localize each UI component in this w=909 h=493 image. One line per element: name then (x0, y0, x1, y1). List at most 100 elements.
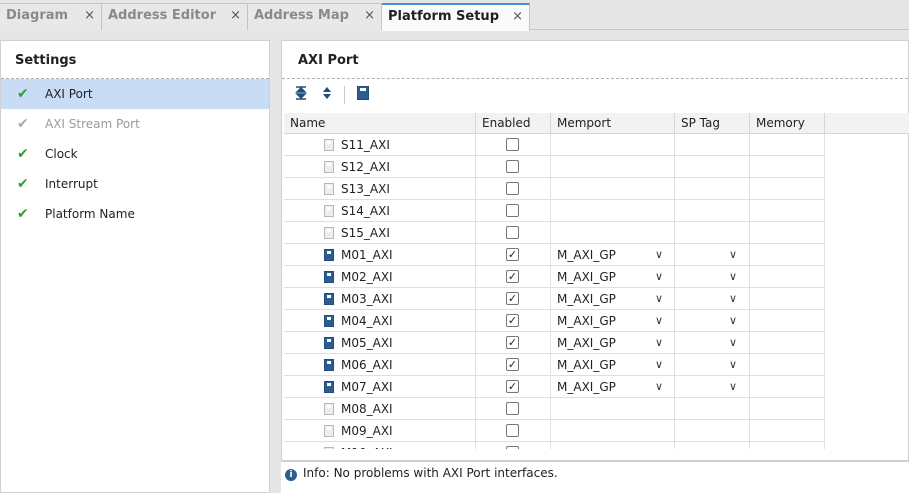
table-row[interactable]: M02_AXI ✓ M_AXI_GP ∨ ∨ (284, 266, 825, 288)
sp-tag-cell (675, 156, 750, 178)
enabled-checkbox[interactable]: ✓ (506, 270, 519, 283)
enabled-checkbox[interactable] (506, 402, 519, 415)
port-name: S14_AXI (341, 204, 390, 218)
table-row[interactable]: S14_AXI (284, 200, 825, 222)
table-row[interactable]: M01_AXI ✓ M_AXI_GP ∨ ∨ (284, 244, 825, 266)
table-row[interactable]: M09_AXI (284, 420, 825, 442)
memport-select[interactable]: M_AXI_GP (557, 288, 616, 310)
collapse-all-icon[interactable] (292, 86, 310, 104)
enabled-checkbox[interactable]: ✓ (506, 380, 519, 393)
sp-tag-cell[interactable]: ∨ (675, 354, 750, 376)
enabled-cell (476, 156, 551, 178)
settings-item-axi-stream-port[interactable]: ✔ AXI Stream Port (1, 109, 269, 139)
port-icon (324, 425, 334, 437)
port-icon (324, 139, 334, 151)
table-row[interactable]: S12_AXI (284, 156, 825, 178)
settings-item-interrupt[interactable]: ✔ Interrupt (1, 169, 269, 199)
sp-tag-cell[interactable]: ∨ (675, 332, 750, 354)
chevron-down-icon[interactable]: ∨ (655, 266, 663, 288)
close-icon[interactable]: × (512, 5, 523, 29)
close-icon[interactable]: × (84, 4, 95, 28)
memport-cell[interactable]: M_AXI_GP ∨ (551, 244, 675, 266)
table-row[interactable]: M03_AXI ✓ M_AXI_GP ∨ ∨ (284, 288, 825, 310)
enabled-checkbox[interactable] (506, 160, 519, 173)
port-name: M09_AXI (341, 424, 393, 438)
table-row[interactable]: S11_AXI (284, 134, 825, 156)
sp-tag-cell[interactable]: ∨ (675, 310, 750, 332)
table-row[interactable]: M06_AXI ✓ M_AXI_GP ∨ ∨ (284, 354, 825, 376)
sp-tag-cell[interactable]: ∨ (675, 266, 750, 288)
check-icon: ✔ (17, 206, 29, 222)
close-icon[interactable]: × (230, 4, 241, 28)
chevron-down-icon[interactable]: ∨ (729, 288, 737, 310)
chevron-down-icon[interactable]: ∨ (655, 376, 663, 398)
column-header-memport[interactable]: Memport (551, 113, 675, 134)
tab-address-map[interactable]: Address Map × (248, 3, 382, 30)
column-header-sp-tag[interactable]: SP Tag (675, 113, 750, 134)
memport-cell (551, 398, 675, 420)
chevron-down-icon[interactable]: ∨ (729, 376, 737, 398)
memport-cell[interactable]: M_AXI_GP ∨ (551, 310, 675, 332)
chevron-down-icon[interactable]: ∨ (729, 354, 737, 376)
table-row[interactable]: S15_AXI (284, 222, 825, 244)
sp-tag-cell[interactable]: ∨ (675, 244, 750, 266)
chevron-down-icon[interactable]: ∨ (655, 288, 663, 310)
memport-cell[interactable]: M_AXI_GP ∨ (551, 332, 675, 354)
enabled-checkbox[interactable] (506, 138, 519, 151)
memport-select[interactable]: M_AXI_GP (557, 266, 616, 288)
chevron-down-icon[interactable]: ∨ (729, 266, 737, 288)
chevron-down-icon[interactable]: ∨ (655, 332, 663, 354)
enabled-checkbox[interactable] (506, 446, 519, 449)
chevron-down-icon[interactable]: ∨ (729, 310, 737, 332)
enabled-checkbox[interactable]: ✓ (506, 358, 519, 371)
memport-cell (551, 420, 675, 442)
enabled-checkbox[interactable] (506, 424, 519, 437)
enabled-checkbox[interactable] (506, 226, 519, 239)
sp-tag-cell (675, 134, 750, 156)
memport-select[interactable]: M_AXI_GP (557, 376, 616, 398)
memport-select[interactable]: M_AXI_GP (557, 310, 616, 332)
table-row[interactable]: M08_AXI (284, 398, 825, 420)
enabled-checkbox[interactable] (506, 204, 519, 217)
column-header-name[interactable]: Name (284, 113, 476, 134)
memport-select[interactable]: M_AXI_GP (557, 354, 616, 376)
enabled-checkbox[interactable] (506, 182, 519, 195)
memport-cell[interactable]: M_AXI_GP ∨ (551, 354, 675, 376)
settings-item-platform-name[interactable]: ✔ Platform Name (1, 199, 269, 229)
settings-item-clock[interactable]: ✔ Clock (1, 139, 269, 169)
enabled-checkbox[interactable]: ✓ (506, 336, 519, 349)
tab-address-editor[interactable]: Address Editor × (102, 3, 248, 30)
memport-cell[interactable]: M_AXI_GP ∨ (551, 266, 675, 288)
tab-diagram[interactable]: Diagram × (0, 3, 102, 30)
table-row[interactable]: M05_AXI ✓ M_AXI_GP ∨ ∨ (284, 332, 825, 354)
expand-all-icon[interactable] (318, 86, 336, 104)
sp-tag-cell[interactable]: ∨ (675, 376, 750, 398)
memport-select[interactable]: M_AXI_GP (557, 332, 616, 354)
port-icon (324, 293, 334, 305)
memport-select[interactable]: M_AXI_GP (557, 244, 616, 266)
memport-cell[interactable]: M_AXI_GP ∨ (551, 288, 675, 310)
port-icon[interactable] (354, 86, 372, 104)
name-cell: M08_AXI (284, 398, 476, 420)
close-icon[interactable]: × (364, 4, 375, 28)
enabled-checkbox[interactable]: ✓ (506, 292, 519, 305)
chevron-down-icon[interactable]: ∨ (655, 244, 663, 266)
table-row[interactable]: M07_AXI ✓ M_AXI_GP ∨ ∨ (284, 376, 825, 398)
chevron-down-icon[interactable]: ∨ (655, 354, 663, 376)
enabled-checkbox[interactable]: ✓ (506, 248, 519, 261)
enabled-cell: ✓ (476, 266, 551, 288)
chevron-down-icon[interactable]: ∨ (655, 310, 663, 332)
table-row[interactable]: S13_AXI (284, 178, 825, 200)
memport-cell[interactable]: M_AXI_GP ∨ (551, 376, 675, 398)
tab-platform-setup[interactable]: Platform Setup × (382, 3, 530, 31)
table-row[interactable]: M04_AXI ✓ M_AXI_GP ∨ ∨ (284, 310, 825, 332)
chevron-down-icon[interactable]: ∨ (729, 332, 737, 354)
chevron-down-icon[interactable]: ∨ (729, 244, 737, 266)
table-row[interactable]: M10_AXI (284, 442, 825, 449)
sp-tag-cell[interactable]: ∨ (675, 288, 750, 310)
settings-item-axi-port[interactable]: ✔ AXI Port (1, 79, 269, 109)
column-header-enabled[interactable]: Enabled (476, 113, 551, 134)
enabled-checkbox[interactable]: ✓ (506, 314, 519, 327)
settings-item-label: Clock (45, 147, 78, 161)
column-header-memory[interactable]: Memory (750, 113, 825, 134)
